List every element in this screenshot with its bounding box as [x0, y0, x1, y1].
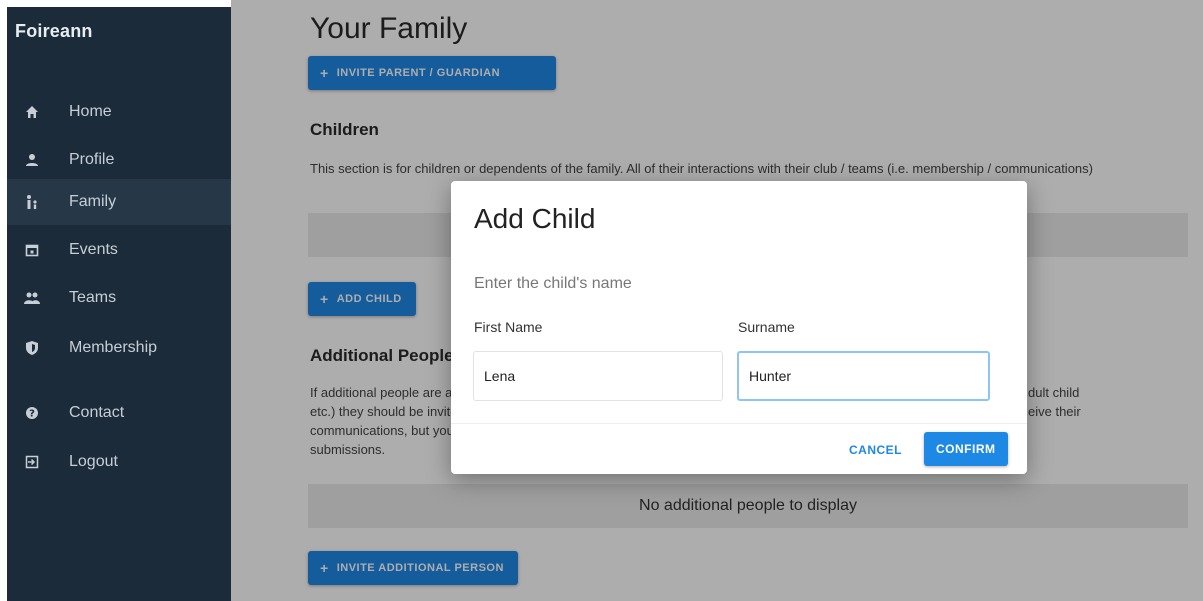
- cancel-button[interactable]: CANCEL: [849, 443, 902, 457]
- sidebar-item-label: Family: [69, 193, 117, 210]
- sidebar-item-label: Membership: [69, 339, 158, 356]
- group-icon: [23, 289, 41, 307]
- logout-icon: [23, 453, 41, 471]
- sidebar-item-label: Events: [69, 241, 118, 258]
- dialog-subtitle: Enter the child's name: [474, 275, 632, 292]
- svg-text:?: ?: [29, 409, 35, 420]
- sidebar-item-home[interactable]: Home: [7, 89, 231, 135]
- brand-logo[interactable]: Foireann: [15, 21, 93, 42]
- surname-label: Surname: [738, 319, 795, 335]
- family-icon: [23, 193, 41, 211]
- sidebar-item-label: Teams: [69, 289, 117, 306]
- sidebar-item-label: Home: [69, 103, 112, 120]
- sidebar: Foireann Home Profile Family Events Team…: [7, 7, 231, 601]
- sidebar-item-contact[interactable]: ? Contact: [7, 390, 231, 436]
- sidebar-item-label: Contact: [69, 404, 125, 421]
- sidebar-item-teams[interactable]: Teams: [7, 275, 231, 321]
- surname-input[interactable]: [737, 351, 990, 401]
- person-icon: [23, 151, 41, 169]
- sidebar-item-profile[interactable]: Profile: [7, 137, 231, 183]
- sidebar-item-family[interactable]: Family: [7, 179, 231, 225]
- first-name-input[interactable]: [473, 351, 723, 401]
- shield-icon: [23, 339, 41, 357]
- home-icon: [23, 103, 41, 121]
- dialog-title: Add Child: [474, 203, 596, 234]
- help-icon: ?: [23, 404, 41, 422]
- sidebar-item-membership[interactable]: Membership: [7, 325, 231, 371]
- sidebar-item-events[interactable]: Events: [7, 227, 231, 273]
- sidebar-item-label: Profile: [69, 151, 115, 168]
- sidebar-item-logout[interactable]: Logout: [7, 439, 231, 485]
- calendar-icon: [23, 241, 41, 259]
- dialog-divider: [451, 423, 1027, 424]
- add-child-dialog: Add Child Enter the child's name First N…: [451, 181, 1027, 474]
- sidebar-item-label: Logout: [69, 453, 118, 470]
- confirm-button[interactable]: CONFIRM: [924, 432, 1008, 466]
- first-name-label: First Name: [474, 319, 543, 335]
